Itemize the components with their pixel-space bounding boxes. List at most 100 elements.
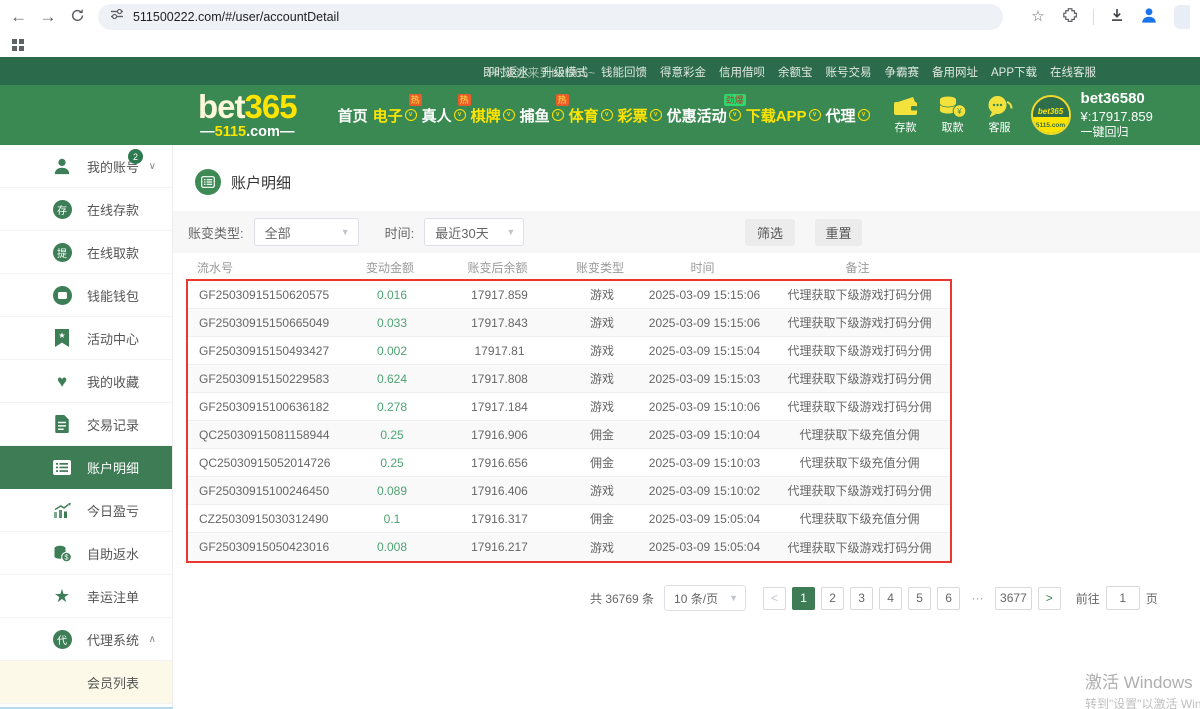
- sidebar-item-2[interactable]: 提在线取款: [0, 231, 172, 274]
- back-icon[interactable]: ←: [10, 8, 27, 25]
- page-button-4[interactable]: 4: [879, 587, 902, 610]
- deposit-icon: 存: [52, 199, 72, 219]
- chevron-down-icon: ▼: [341, 227, 350, 237]
- table-row: GF250309151502295830.62417917.808游戏2025-…: [188, 365, 950, 393]
- prev-page-button[interactable]: <: [763, 587, 786, 610]
- chevron-down-icon: ▼: [729, 593, 738, 603]
- topbar-link-1[interactable]: 升级模式: [542, 64, 588, 80]
- nav-item-3[interactable]: 棋牌∨: [470, 103, 516, 128]
- goto-unit: 页: [1146, 590, 1158, 607]
- page-button-5[interactable]: 5: [908, 587, 931, 610]
- agent-icon: 代: [52, 629, 72, 649]
- nav-item-0[interactable]: 首页: [337, 103, 369, 128]
- url-text[interactable]: 511500222.com/#/user/accountDetail: [133, 10, 339, 24]
- sidebar-item-label: 自助返水: [87, 544, 139, 563]
- sidebar-item-12[interactable]: 会员列表: [0, 661, 172, 704]
- coin-logo: bet365 5115.com: [1031, 95, 1071, 135]
- topbar-link-8[interactable]: 备用网址: [932, 64, 978, 80]
- nav-item-1[interactable]: 电子∨热: [372, 103, 418, 128]
- browser-toolbar: ← → 511500222.com/#/user/accountDetail ☆: [0, 0, 1200, 33]
- nav-item-label: 首页: [338, 105, 368, 126]
- sidebar-item-10[interactable]: ★幸运注单: [0, 575, 172, 618]
- quick-action-1[interactable]: ¥取款: [934, 94, 972, 136]
- cell-remark: 代理获取下级充值分佣: [767, 510, 952, 527]
- apps-grid-icon[interactable]: [12, 39, 24, 51]
- quick-action-2[interactable]: 客服: [981, 94, 1019, 136]
- column-header: 账变后余额: [435, 259, 560, 276]
- cell-time: 2025-03-09 15:15:06: [642, 288, 767, 302]
- topbar-link-9[interactable]: APP下载: [991, 64, 1037, 80]
- rebate-icon: $: [52, 543, 72, 563]
- cell-amount: 0.033: [347, 316, 437, 330]
- sidebar-item-7[interactable]: 账户明细: [0, 446, 172, 489]
- reload-icon[interactable]: [69, 8, 86, 26]
- bookmark-star-icon[interactable]: ☆: [1029, 9, 1047, 24]
- cell-serial: GF25030915050423016: [188, 540, 347, 554]
- type-filter-select[interactable]: 全部▼: [254, 218, 359, 246]
- quick-action-0[interactable]: 存款: [887, 94, 925, 136]
- topbar-link-6[interactable]: 账号交易: [825, 64, 871, 80]
- topbar-link-5[interactable]: 余额宝: [778, 64, 813, 80]
- browser-menu-partial[interactable]: [1174, 5, 1190, 29]
- browser-actions: ☆: [1029, 5, 1190, 29]
- cell-balance: 17917.808: [437, 372, 562, 386]
- page-button-2[interactable]: 2: [821, 587, 844, 610]
- page-button-3[interactable]: 3: [850, 587, 873, 610]
- extensions-icon[interactable]: [1061, 7, 1079, 26]
- site-logo[interactable]: bet365 —5115.com—: [198, 90, 297, 140]
- profile-avatar-icon[interactable]: [1140, 6, 1158, 27]
- sidebar-item-6[interactable]: 交易记录: [0, 403, 172, 446]
- topbar-link-4[interactable]: 信用借呗: [719, 64, 765, 80]
- forward-icon[interactable]: →: [39, 8, 56, 25]
- filter-button[interactable]: 筛选: [745, 219, 795, 246]
- nav-item-4[interactable]: 捕鱼∨热: [519, 103, 565, 128]
- topbar-link-10[interactable]: 在线客服: [1050, 64, 1096, 80]
- site-settings-icon[interactable]: [110, 7, 124, 26]
- service-chat-icon: [981, 94, 1019, 118]
- detail-icon: [52, 457, 72, 477]
- deposit-card-icon: [887, 94, 925, 118]
- cell-time: 2025-03-09 15:15:03: [642, 372, 767, 386]
- page-size-select[interactable]: 10 条/页▼: [664, 585, 746, 611]
- page-button-3677[interactable]: 3677: [995, 587, 1032, 610]
- sidebar-item-1[interactable]: 存在线存款: [0, 188, 172, 231]
- reset-button[interactable]: 重置: [815, 219, 862, 246]
- nav-item-5[interactable]: 体育∨: [568, 103, 614, 128]
- sidebar-item-5[interactable]: ♥我的收藏: [0, 360, 172, 403]
- sidebar-item-9[interactable]: $ 自助返水: [0, 532, 172, 575]
- goto-page-input[interactable]: 1: [1106, 586, 1140, 610]
- topbar-link-0[interactable]: 即时返水: [483, 64, 529, 80]
- nav-item-2[interactable]: 真人∨热: [421, 103, 467, 128]
- page-button-1[interactable]: 1: [792, 587, 815, 610]
- topbar-link-2[interactable]: 钱能回馈: [601, 64, 647, 80]
- nav-item-9[interactable]: 代理∨: [825, 103, 871, 128]
- topbar-link-3[interactable]: 得意彩金: [660, 64, 706, 80]
- quick-action-label: 取款: [942, 122, 964, 134]
- nav-item-6[interactable]: 彩票∨: [617, 103, 663, 128]
- jinbao-badge: 劲爆: [724, 94, 746, 106]
- sidebar-item-3[interactable]: 钱能钱包: [0, 274, 172, 317]
- next-page-button[interactable]: >: [1038, 587, 1061, 610]
- filter-bar: 账变类型: 全部▼ 时间: 最近30天▼ 筛选 重置: [173, 211, 1200, 253]
- cell-remark: 代理获取下级游戏打码分佣: [767, 286, 952, 303]
- cell-balance: 17917.843: [437, 316, 562, 330]
- nav-item-label: 代理: [826, 105, 856, 126]
- sidebar-item-0[interactable]: 我的账号2∨: [0, 145, 172, 188]
- time-filter-select[interactable]: 最近30天▼: [424, 218, 524, 246]
- nav-item-8[interactable]: 下载APP∨: [745, 103, 822, 128]
- downloads-icon[interactable]: [1108, 7, 1126, 26]
- sidebar-item-8[interactable]: 今日盈亏: [0, 489, 172, 532]
- page-button-6[interactable]: 6: [937, 587, 960, 610]
- cell-amount: 0.016: [347, 288, 437, 302]
- address-bar[interactable]: 511500222.com/#/user/accountDetail: [98, 4, 1003, 30]
- nav-item-label: 优惠活动: [667, 105, 727, 126]
- sidebar-item-4[interactable]: ★活动中心: [0, 317, 172, 360]
- nav-item-7[interactable]: 优惠活动∨劲爆: [666, 103, 742, 128]
- topbar-link-7[interactable]: 争霸赛: [884, 64, 919, 80]
- table-row: GF250309151006361820.27817917.184游戏2025-…: [188, 393, 950, 421]
- cell-balance: 17916.906: [437, 428, 562, 442]
- sidebar-item-11[interactable]: 代代理系统∧: [0, 618, 172, 661]
- cell-serial: QC25030915081158944: [188, 428, 347, 442]
- restore-balance-button[interactable]: 一键回归: [1081, 125, 1153, 141]
- table-row: QC250309150811589440.2517916.906佣金2025-0…: [188, 421, 950, 449]
